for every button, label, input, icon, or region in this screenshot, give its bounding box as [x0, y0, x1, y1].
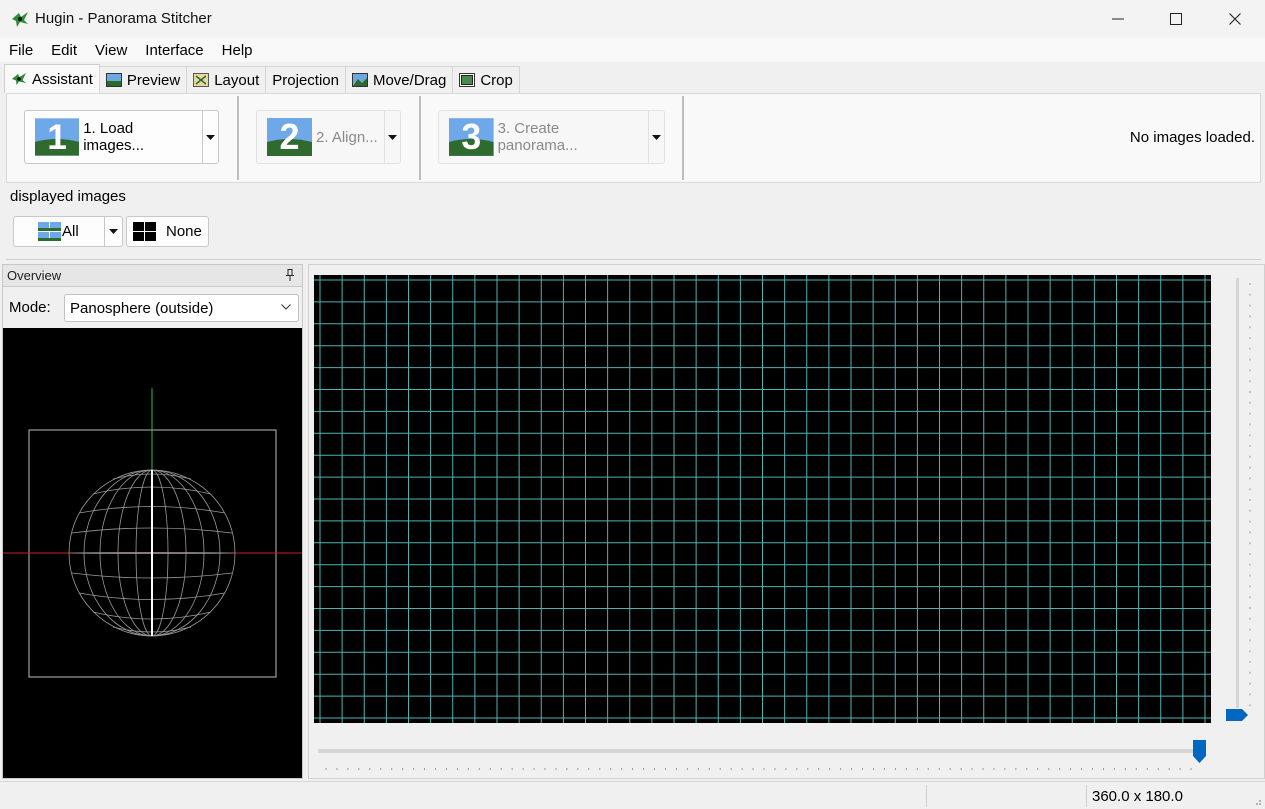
- vertical-fov-slider[interactable]: [1226, 278, 1254, 723]
- load-images-dropdown[interactable]: [202, 111, 218, 163]
- tab-assistant-label: Assistant: [32, 70, 93, 88]
- svg-text:1: 1: [47, 118, 67, 156]
- load-images-main[interactable]: 1 1. Load images...: [25, 111, 202, 163]
- show-none-button[interactable]: None: [126, 216, 209, 247]
- horizontal-slider-track: [318, 749, 1198, 753]
- show-all-main[interactable]: All: [14, 217, 105, 246]
- close-button[interactable]: [1206, 0, 1264, 38]
- step-2-icon: 2: [267, 118, 312, 156]
- menu-interface[interactable]: Interface: [136, 38, 212, 62]
- tab-crop[interactable]: Crop: [452, 66, 520, 93]
- panorama-grid: [314, 275, 1211, 723]
- show-all-button[interactable]: All: [13, 216, 123, 247]
- panel-divider: [6, 259, 1261, 260]
- panorama-dimensions: 360.0 x 180.0: [1092, 788, 1183, 805]
- hugin-app-icon: [12, 12, 28, 27]
- tab-assistant[interactable]: Assistant: [4, 64, 100, 93]
- mode-label: Mode:: [9, 299, 51, 316]
- step-1-icon: 1: [35, 118, 80, 156]
- step-separator: [682, 96, 684, 180]
- overview-header: Overview: [3, 265, 302, 287]
- svg-text:3: 3: [461, 118, 481, 156]
- horizontal-fov-slider[interactable]: [318, 740, 1212, 774]
- step-separator: [419, 96, 421, 180]
- svg-text:2: 2: [279, 118, 299, 156]
- preview-icon: [105, 73, 122, 87]
- all-images-icon: [38, 222, 61, 241]
- displayed-images-label: displayed images: [10, 188, 126, 205]
- mode-row: Mode: Panosphere (outside): [3, 293, 302, 327]
- menu-view[interactable]: View: [86, 38, 136, 62]
- load-images-label: 1. Load images...: [83, 120, 145, 154]
- tab-move-drag[interactable]: Move/Drag: [344, 66, 454, 93]
- align-main[interactable]: 2 2. Align...: [257, 111, 384, 163]
- tab-move-drag-label: Move/Drag: [372, 71, 447, 89]
- show-all-label: All: [62, 223, 79, 240]
- align-dropdown[interactable]: [383, 111, 400, 163]
- tab-preview-label: Preview: [126, 71, 181, 89]
- title-bar: Hugin - Panorama Stitcher: [0, 0, 1265, 38]
- step-3-icon: 3: [449, 118, 494, 156]
- pin-icon[interactable]: [286, 269, 294, 281]
- main-window: Hugin - Panorama Stitcher File Edit View…: [0, 0, 1265, 809]
- menu-bar: File Edit View Interface Help: [0, 38, 1265, 62]
- dropdown-arrow-icon: [109, 229, 118, 234]
- overview-title: Overview: [7, 268, 62, 283]
- menu-file[interactable]: File: [0, 38, 42, 62]
- assistant-icon: [12, 73, 26, 85]
- vertical-slider-track: [1236, 278, 1239, 708]
- tab-layout[interactable]: Layout: [186, 66, 267, 93]
- align-button[interactable]: 2 2. Align...: [256, 110, 401, 164]
- move-drag-icon: [351, 73, 368, 87]
- minimize-button[interactable]: [1089, 0, 1147, 38]
- chevron-down-icon: [281, 304, 291, 310]
- dropdown-arrow-icon: [652, 134, 662, 140]
- minimize-icon: [1112, 18, 1124, 20]
- horizontal-slider-ticks: [325, 768, 1192, 770]
- tab-bar: Assistant Preview Layout Projection Move: [4, 64, 520, 93]
- menu-edit[interactable]: Edit: [42, 38, 86, 62]
- panorama-preview-canvas[interactable]: [314, 275, 1211, 723]
- align-label: 2. Align...: [316, 128, 378, 146]
- show-none-label: None: [166, 223, 202, 240]
- status-bar: 360.0 x 180.0: [0, 781, 1265, 809]
- create-panorama-dropdown[interactable]: [648, 111, 664, 163]
- step-separator: [237, 96, 239, 180]
- create-panorama-label: 3. Create panorama...: [497, 120, 578, 154]
- tab-crop-label: Crop: [480, 71, 513, 89]
- panosphere-view: [3, 388, 302, 678]
- maximize-button[interactable]: [1147, 0, 1205, 38]
- tab-preview[interactable]: Preview: [98, 66, 188, 93]
- vertical-slider-thumb[interactable]: [1226, 709, 1248, 721]
- load-images-button[interactable]: 1 1. Load images...: [24, 110, 219, 164]
- tab-layout-label: Layout: [214, 71, 260, 89]
- create-panorama-main[interactable]: 3 3. Create panorama...: [439, 111, 648, 163]
- window-title: Hugin - Panorama Stitcher: [35, 10, 212, 27]
- horizontal-slider-thumb[interactable]: [1193, 740, 1206, 763]
- tab-projection[interactable]: Projection: [265, 66, 346, 93]
- mode-select[interactable]: Panosphere (outside): [64, 294, 299, 322]
- overview-canvas[interactable]: [3, 328, 302, 778]
- images-status-text: No images loaded.: [1129, 129, 1255, 146]
- close-icon: [1229, 13, 1241, 25]
- dropdown-arrow-icon: [206, 134, 216, 140]
- dropdown-arrow-icon: [387, 134, 397, 140]
- status-separator: [1086, 785, 1087, 807]
- layout-icon: [193, 73, 210, 87]
- overview-panel: Overview Mode: Panosphere (outside): [2, 264, 303, 779]
- create-panorama-button[interactable]: 3 3. Create panorama...: [438, 110, 665, 164]
- tab-projection-label: Projection: [272, 71, 339, 89]
- mode-value: Panosphere (outside): [70, 300, 214, 317]
- show-all-dropdown[interactable]: [105, 217, 122, 246]
- maximize-icon: [1170, 13, 1182, 25]
- no-images-icon: [133, 222, 156, 241]
- resize-grip-icon[interactable]: [1252, 796, 1262, 806]
- status-separator: [926, 785, 927, 807]
- assistant-panel: 1 1. Load images... 2 2. Align... 3 3. C…: [6, 93, 1261, 183]
- menu-help[interactable]: Help: [213, 38, 262, 62]
- crop-icon: [459, 73, 476, 87]
